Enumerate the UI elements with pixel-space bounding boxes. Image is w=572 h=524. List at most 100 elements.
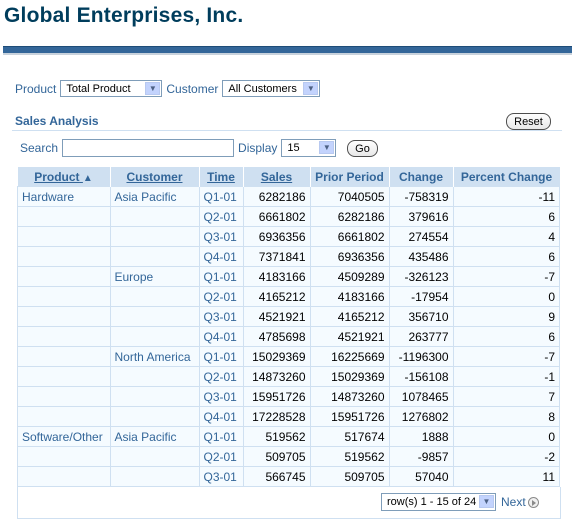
chevron-down-icon[interactable]: ▼ [303, 82, 319, 95]
cell-customer: Europe [109, 266, 200, 287]
cell-customer [109, 286, 200, 307]
cell-customer: Asia Pacific [109, 426, 200, 447]
cell-product [17, 286, 111, 307]
cell-prior-period: 4183166 [309, 286, 390, 307]
filter-bar: Product Total Product ▼ Customer All Cus… [15, 80, 321, 97]
table-row: Q2-01 14873260 15029369 -156108 -1 [17, 366, 560, 387]
cell-change: -17954 [388, 286, 454, 307]
column-header-prior-period: Prior Period [310, 167, 390, 187]
cell-change: 1276802 [388, 406, 454, 427]
cell-sales: 6661802 [242, 206, 311, 227]
next-label[interactable]: Next [501, 495, 526, 509]
row-range-select[interactable]: row(s) 1 - 15 of 24 ▼ [381, 493, 496, 511]
cell-sales: 6282186 [242, 186, 311, 207]
product-select[interactable]: Total Product ▼ [60, 80, 163, 97]
cell-prior-period: 6936356 [309, 246, 390, 267]
page-title: Global Enterprises, Inc. [4, 4, 244, 27]
cell-change: -1196300 [388, 346, 454, 367]
display-select[interactable]: 15 ▼ [281, 139, 337, 157]
next-arrow-icon[interactable] [527, 496, 539, 508]
cell-customer: North America [109, 346, 200, 367]
sort-ascending-icon: ▲ [82, 172, 93, 184]
cell-product: Software/Other [17, 426, 111, 447]
cell-percent-change: 8 [452, 406, 560, 427]
table-row: Q4-01 7371841 6936356 435486 6 [17, 246, 560, 267]
cell-percent-change: 0 [452, 286, 560, 307]
cell-sales: 4521921 [242, 306, 311, 327]
cell-time: Q2-01 [198, 206, 244, 227]
section-divider [12, 130, 562, 131]
cell-change: -9857 [388, 446, 454, 467]
cell-change: 274554 [388, 226, 454, 247]
cell-percent-change: -7 [452, 346, 560, 367]
cell-sales: 519562 [242, 426, 311, 447]
cell-time: Q4-01 [198, 246, 244, 267]
table-row: Q3-01 6936356 6661802 274554 4 [17, 226, 560, 247]
column-header-product-label[interactable]: Product [34, 170, 79, 184]
table-row: Q2-01 4165212 4183166 -17954 0 [17, 286, 560, 307]
chevron-down-icon[interactable]: ▼ [479, 495, 494, 508]
cell-change: -156108 [388, 366, 454, 387]
cell-customer [109, 246, 200, 267]
table-row: Q3-01 566745 509705 57040 11 [17, 466, 560, 487]
search-label: Search [20, 141, 59, 155]
cell-time: Q3-01 [198, 466, 244, 487]
table-row: Q2-01 509705 519562 -9857 -2 [17, 446, 560, 467]
row-range-value: row(s) 1 - 15 of 24 [387, 496, 477, 508]
product-label: Product [15, 81, 57, 96]
column-header-time[interactable]: Time [199, 167, 244, 187]
customer-select-value: All Customers [228, 82, 297, 95]
table-row: Q3-01 15951726 14873260 1078465 7 [17, 386, 560, 407]
header-bar-shadow [3, 53, 572, 55]
product-select-value: Total Product [66, 82, 131, 95]
cell-time: Q1-01 [198, 266, 244, 287]
cell-prior-period: 4509289 [309, 266, 390, 287]
cell-product [17, 346, 111, 367]
reset-button[interactable]: Reset [506, 113, 551, 130]
cell-prior-period: 4165212 [309, 306, 390, 327]
cell-change: 379616 [388, 206, 454, 227]
cell-time: Q3-01 [198, 306, 244, 327]
display-label: Display [238, 141, 278, 155]
search-row: Search Display 15 ▼ [20, 139, 337, 157]
cell-sales: 566745 [242, 466, 311, 487]
customer-select[interactable]: All Customers ▼ [222, 80, 321, 97]
cell-product [17, 306, 111, 327]
table-row: Europe Q1-01 4183166 4509289 -326123 -7 [17, 266, 560, 287]
chevron-down-icon[interactable]: ▼ [319, 141, 335, 154]
column-header-customer[interactable]: Customer [110, 167, 200, 187]
cell-sales: 15029369 [242, 346, 311, 367]
cell-customer [109, 226, 200, 247]
go-button[interactable]: Go [347, 140, 378, 157]
cell-percent-change: 9 [452, 306, 560, 327]
search-input[interactable] [62, 139, 235, 157]
cell-prior-period: 519562 [309, 446, 390, 467]
cell-time: Q4-01 [198, 406, 244, 427]
cell-percent-change: 7 [452, 386, 560, 407]
section-title: Sales Analysis [15, 114, 99, 128]
cell-percent-change: 6 [452, 206, 560, 227]
cell-percent-change: 6 [452, 246, 560, 267]
table-row: North America Q1-01 15029369 16225669 -11963… [17, 346, 560, 367]
table-row: Q2-01 6661802 6282186 379616 6 [17, 206, 560, 227]
cell-percent-change: 6 [452, 326, 560, 347]
column-header-product[interactable]: Product ▲ [17, 167, 111, 187]
cell-percent-change: 4 [452, 226, 560, 247]
column-header-change: Change [389, 167, 454, 187]
chevron-down-icon[interactable]: ▼ [145, 82, 161, 95]
table-header-row: Product ▲ Customer Time Sales Prior Peri… [17, 167, 560, 187]
customer-label: Customer [166, 81, 219, 96]
cell-prior-period: 517674 [309, 426, 390, 447]
cell-sales: 6936356 [242, 226, 311, 247]
next-link[interactable]: Next [501, 495, 539, 509]
cell-customer [109, 446, 200, 467]
cell-customer [109, 326, 200, 347]
cell-change: 356710 [388, 306, 454, 327]
cell-product: Hardware [17, 186, 111, 207]
cell-change: 1078465 [388, 386, 454, 407]
cell-customer [109, 406, 200, 427]
column-header-percent-change: Percent Change [453, 167, 560, 187]
column-header-sales[interactable]: Sales [243, 167, 311, 187]
cell-sales: 14873260 [242, 366, 311, 387]
cell-prior-period: 15951726 [309, 406, 390, 427]
